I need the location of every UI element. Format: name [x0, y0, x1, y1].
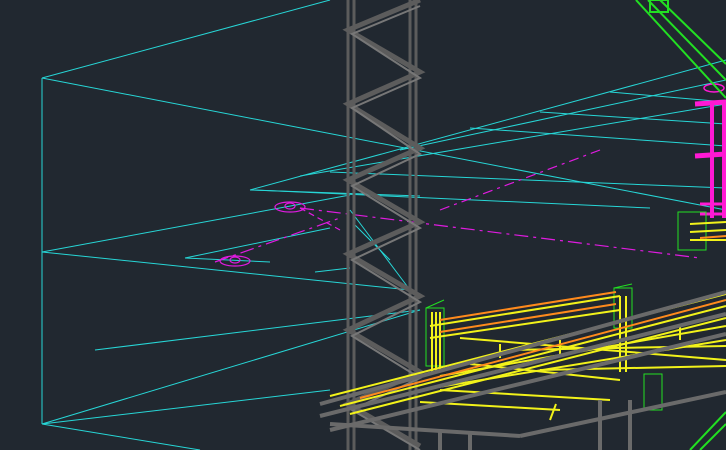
- crane-head: [694, 83, 726, 218]
- room-edge-top: [41, 0, 331, 79]
- grid-line: [249, 59, 726, 191]
- cad-model-viewport[interactable]: [0, 0, 726, 450]
- room-bottom-depth: [41, 423, 201, 450]
- centerline-markers: [214, 149, 701, 267]
- platform-deck: [319, 221, 726, 450]
- room-ceiling-line: [41, 77, 726, 211]
- centerline-lower: [214, 217, 341, 263]
- room-mid-line: [41, 194, 351, 253]
